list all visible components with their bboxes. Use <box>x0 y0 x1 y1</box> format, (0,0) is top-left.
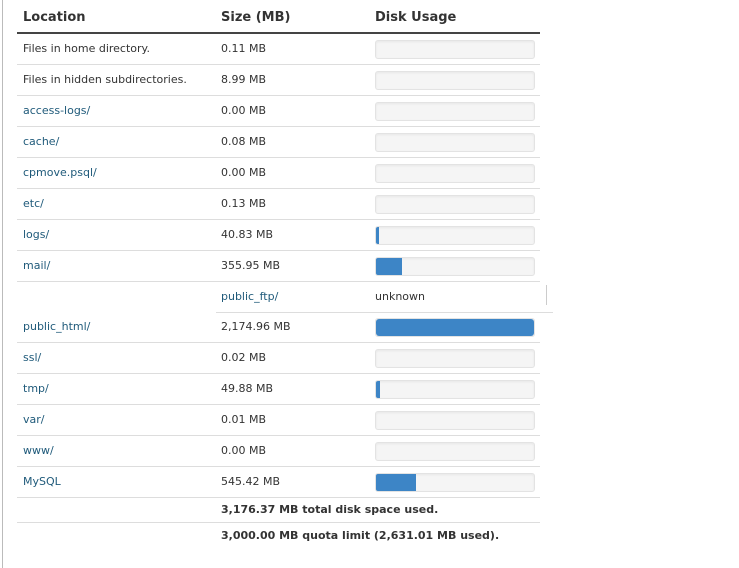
usage-bar <box>375 40 535 59</box>
table-row: var/ 0.01 MB <box>17 404 540 436</box>
location-text: Files in hidden subdirectories. <box>23 73 187 86</box>
usage-bar <box>375 164 535 183</box>
size-value: 0.08 MB <box>221 135 267 148</box>
size-value: 0.00 MB <box>221 166 267 179</box>
size-value: 355.95 MB <box>221 259 281 272</box>
folder-link-www[interactable]: www/ <box>23 435 54 466</box>
folder-link-cpmove-psql[interactable]: cpmove.psql/ <box>23 157 97 188</box>
usage-bar <box>375 411 535 430</box>
table-row: public_html/ 2,174.96 MB <box>17 311 540 343</box>
mysql-link[interactable]: MySQL <box>23 466 61 497</box>
folder-link-tmp[interactable]: tmp/ <box>23 373 49 404</box>
header-location: Location <box>23 10 86 25</box>
table-row: mail/ 355.95 MB <box>17 250 540 282</box>
usage-bar-fill <box>376 474 416 491</box>
size-value: 40.83 MB <box>221 228 274 241</box>
usage-bar <box>375 71 535 90</box>
table-row: ssl/ 0.02 MB <box>17 342 540 374</box>
table-row: Files in home directory. 0.11 MB <box>17 33 540 65</box>
size-value: 0.01 MB <box>221 413 267 426</box>
usage-bar <box>375 473 535 492</box>
usage-bar-fill <box>376 258 402 275</box>
usage-bar <box>375 257 535 276</box>
table-row: MySQL 545.42 MB <box>17 466 540 498</box>
folder-link-public-ftp[interactable]: public_ftp/ <box>221 281 278 312</box>
subtable-edge <box>546 285 547 305</box>
usage-bar <box>375 195 535 214</box>
size-value: 545.42 MB <box>221 475 281 488</box>
size-value: 0.13 MB <box>221 197 267 210</box>
folder-link-public-html[interactable]: public_html/ <box>23 311 90 342</box>
size-value: 49.88 MB <box>221 382 274 395</box>
folder-link-etc[interactable]: etc/ <box>23 188 44 219</box>
usage-bar-fill <box>376 319 534 336</box>
usage-bar-fill <box>376 381 380 398</box>
folder-link-mail[interactable]: mail/ <box>23 250 50 281</box>
folder-link-access-logs[interactable]: access-logs/ <box>23 95 90 126</box>
folder-link-ssl[interactable]: ssl/ <box>23 342 41 373</box>
total-disk-space-text: 3,176.37 MB total disk space used. <box>221 503 439 516</box>
table-row: logs/ 40.83 MB <box>17 219 540 251</box>
size-value: 2,174.96 MB <box>221 320 291 333</box>
usage-unknown-text: unknown <box>375 290 425 303</box>
quota-limit-text: 3,000.00 MB quota limit (2,631.01 MB use… <box>221 529 500 542</box>
table-row: etc/ 0.13 MB <box>17 188 540 220</box>
usage-bar <box>375 102 535 121</box>
usage-bar <box>375 226 535 245</box>
table-row: cache/ 0.08 MB <box>17 126 540 158</box>
table-row: tmp/ 49.88 MB <box>17 373 540 405</box>
usage-bar <box>375 349 535 368</box>
usage-bar <box>375 442 535 461</box>
left-border <box>2 0 3 568</box>
usage-bar <box>375 318 535 337</box>
size-value: 8.99 MB <box>221 73 267 86</box>
header-disk-usage: Disk Usage <box>375 10 457 25</box>
usage-bar <box>375 380 535 399</box>
size-value: 0.11 MB <box>221 42 267 55</box>
table-header: Location Size (MB) Disk Usage <box>17 0 540 34</box>
folder-link-var[interactable]: var/ <box>23 404 44 435</box>
usage-bar <box>375 133 535 152</box>
size-value: 0.00 MB <box>221 444 267 457</box>
table-row: access-logs/ 0.00 MB <box>17 95 540 127</box>
folder-link-logs[interactable]: logs/ <box>23 219 49 250</box>
folder-link-cache[interactable]: cache/ <box>23 126 59 157</box>
table-row: Files in hidden subdirectories. 8.99 MB <box>17 64 540 96</box>
usage-bar-fill <box>376 227 379 244</box>
table-row: cpmove.psql/ 0.00 MB <box>17 157 540 189</box>
total-row: 3,176.37 MB total disk space used. <box>17 497 540 523</box>
table-subrow: public_ftp/ unknown <box>216 281 553 313</box>
size-value: 0.00 MB <box>221 104 267 117</box>
quota-row: 3,000.00 MB quota limit (2,631.01 MB use… <box>17 523 540 548</box>
location-text: Files in home directory. <box>23 42 150 55</box>
size-value: 0.02 MB <box>221 351 267 364</box>
header-size: Size (MB) <box>221 10 291 25</box>
table-row: www/ 0.00 MB <box>17 435 540 467</box>
